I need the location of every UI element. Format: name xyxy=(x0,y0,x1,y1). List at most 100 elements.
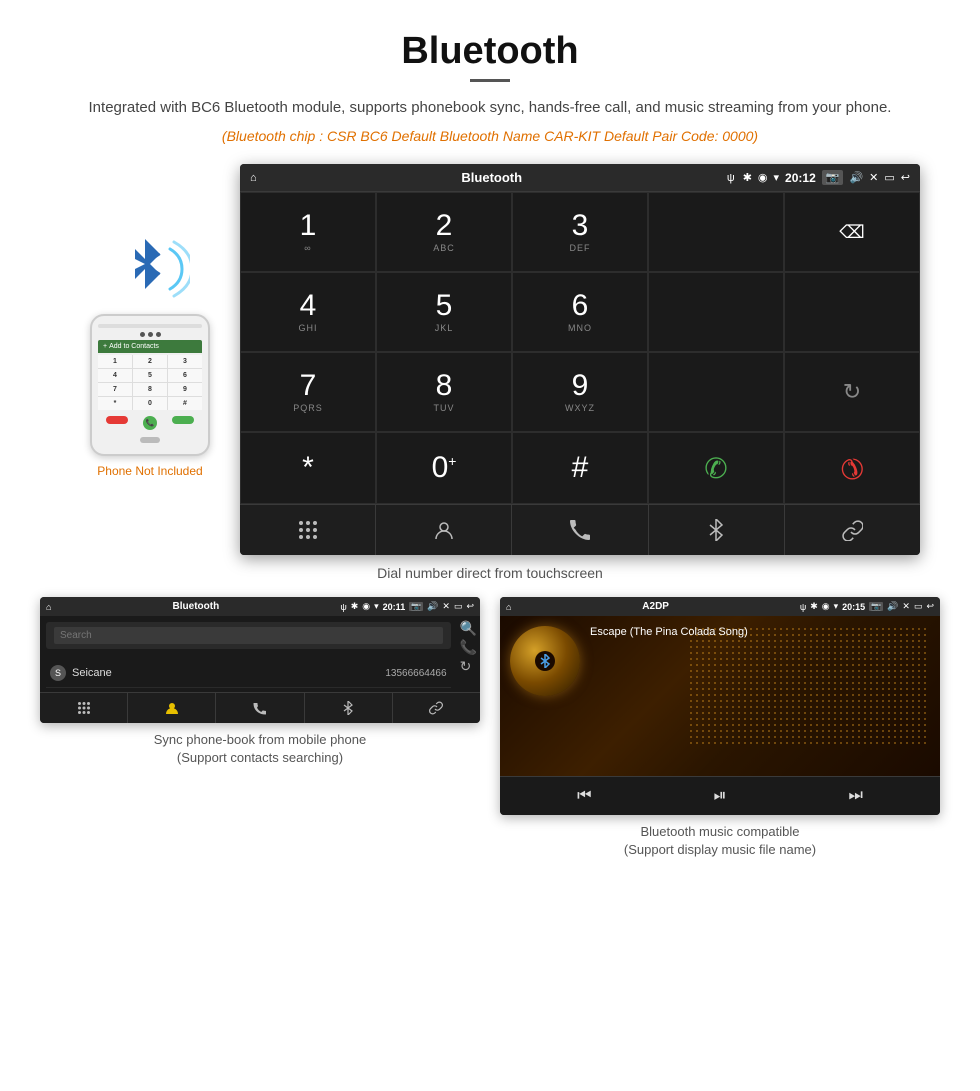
page-header: Bluetooth Integrated with BC6 Bluetooth … xyxy=(0,0,980,154)
music-window-icon[interactable]: ▭ xyxy=(914,601,923,612)
volume-icon[interactable]: 🔊 xyxy=(849,171,863,184)
pb-sidebar: 🔍 📞 ↻ xyxy=(457,616,480,692)
key-star[interactable]: * xyxy=(240,432,376,504)
music-volume-icon[interactable]: 🔊 xyxy=(887,601,898,612)
music-time: 20:15 xyxy=(842,602,865,612)
music-home-icon[interactable]: ⌂ xyxy=(506,602,511,612)
music-dots-bg xyxy=(688,626,930,746)
usb-icon: ψ xyxy=(727,172,735,184)
pb-back-icon[interactable]: ↩ xyxy=(466,601,474,612)
key-5[interactable]: 5 JKL xyxy=(376,272,512,352)
pb-refresh-icon[interactable]: ↻ xyxy=(460,658,477,675)
key-8[interactable]: 8 TUV xyxy=(376,352,512,432)
phonebook-screen: ⌂ Bluetooth ψ ✱ ◉ ▾ 20:11 📷 🔊 ✕ ▭ ↩ xyxy=(40,597,480,723)
call-button[interactable]: ✆ xyxy=(648,432,784,504)
pb-camera-icon[interactable]: 📷 xyxy=(409,602,423,611)
key-9[interactable]: 9 WXYZ xyxy=(512,352,648,432)
key-hash[interactable]: # xyxy=(512,432,648,504)
pb-call-icon[interactable]: 📞 xyxy=(460,639,477,656)
link-button[interactable] xyxy=(785,505,920,555)
album-bt-icon xyxy=(535,651,555,671)
pb-home-icon[interactable]: ⌂ xyxy=(46,602,51,612)
pb-volume-icon[interactable]: 🔊 xyxy=(427,601,438,612)
pb-phone-btn[interactable] xyxy=(216,693,304,723)
pb-contacts-btn[interactable] xyxy=(128,693,216,723)
play-pause-button[interactable]: ⏯ xyxy=(714,787,727,805)
next-button[interactable]: ⏭ xyxy=(849,787,863,805)
music-usb-icon: ψ xyxy=(800,602,806,612)
pb-search-icon[interactable]: 🔍 xyxy=(460,620,477,637)
pb-main-area: S Seicane 13566664466 xyxy=(40,616,457,692)
music-body: Escape (The Pina Colada Song) xyxy=(500,616,940,776)
key-7[interactable]: 7 PQRS xyxy=(240,352,376,432)
pb-contact-name: Seicane xyxy=(72,667,379,679)
bottom-section: ⌂ Bluetooth ψ ✱ ◉ ▾ 20:11 📷 🔊 ✕ ▭ ↩ xyxy=(0,597,980,879)
car-screen-dialpad: ⌂ Bluetooth ψ ✱ ◉ ▾ 20:12 📷 🔊 ✕ ▭ ↩ 1 ∞ xyxy=(240,164,920,555)
music-caption: Bluetooth music compatible(Support displ… xyxy=(624,823,816,859)
page-description: Integrated with BC6 Bluetooth module, su… xyxy=(60,96,920,120)
key-1[interactable]: 1 ∞ xyxy=(240,192,376,272)
back-icon[interactable]: ↩ xyxy=(901,171,910,184)
dialpad-button[interactable] xyxy=(240,505,376,555)
music-loc-icon: ◉ xyxy=(822,601,830,612)
page-specs: (Bluetooth chip : CSR BC6 Default Blueto… xyxy=(60,128,920,144)
pb-content-row: S Seicane 13566664466 🔍 📞 ↻ xyxy=(40,616,480,692)
pb-bt-btn[interactable] xyxy=(305,693,393,723)
music-status-icons: ✱ ◉ ▾ 20:15 📷 🔊 ✕ ▭ ↩ xyxy=(810,601,934,612)
signal-icon: ▾ xyxy=(774,171,780,184)
main-content-area: + Add to Contacts 123 456 789 *0# 📞 Phon… xyxy=(0,154,980,555)
pb-close-icon[interactable]: ✕ xyxy=(442,601,450,612)
prev-button[interactable]: ⏮ xyxy=(577,787,591,805)
empty-cell-2 xyxy=(648,272,784,352)
main-caption: Dial number direct from touchscreen xyxy=(0,555,980,597)
music-controls: ⏮ ⏯ ⏭ xyxy=(500,776,940,815)
key-3[interactable]: 3 DEF xyxy=(512,192,648,272)
key-2[interactable]: 2 ABC xyxy=(376,192,512,272)
phone-button[interactable] xyxy=(512,505,648,555)
phone-illustration: + Add to Contacts 123 456 789 *0# 📞 Phon… xyxy=(60,164,240,478)
end-call-button[interactable]: ✆ xyxy=(784,432,920,504)
title-divider xyxy=(470,79,510,82)
key-4[interactable]: 4 GHI xyxy=(240,272,376,352)
key-0[interactable]: 0+ xyxy=(376,432,512,504)
pb-contact-item[interactable]: S Seicane 13566664466 xyxy=(46,659,451,688)
home-icon[interactable]: ⌂ xyxy=(250,172,257,184)
screen-title: Bluetooth xyxy=(265,170,719,185)
phone-label: Phone Not Included xyxy=(97,464,202,478)
music-screen: ⌂ A2DP ψ ✱ ◉ ▾ 20:15 📷 🔊 ✕ ▭ ↩ xyxy=(500,597,940,815)
song-title: Escape (The Pina Colada Song) xyxy=(590,626,930,638)
music-bt-icon: ✱ xyxy=(810,601,818,612)
close-icon[interactable]: ✕ xyxy=(869,171,878,184)
key-6[interactable]: 6 MNO xyxy=(512,272,648,352)
music-signal-icon: ▾ xyxy=(834,601,839,612)
pb-time: 20:11 xyxy=(383,602,406,612)
status-bar: ⌂ Bluetooth ψ ✱ ◉ ▾ 20:12 📷 🔊 ✕ ▭ ↩ xyxy=(240,164,920,191)
pb-usb-icon: ψ xyxy=(340,602,346,612)
music-back-icon[interactable]: ↩ xyxy=(926,601,934,612)
pb-status-bar: ⌂ Bluetooth ψ ✱ ◉ ▾ 20:11 📷 🔊 ✕ ▭ ↩ xyxy=(40,597,480,616)
pb-contact-number: 13566664466 xyxy=(385,668,446,679)
pb-link-btn[interactable] xyxy=(393,693,480,723)
contacts-button[interactable] xyxy=(376,505,512,555)
empty-cell-4 xyxy=(648,352,784,432)
status-time: 20:12 xyxy=(785,171,816,185)
pb-dialpad-btn[interactable] xyxy=(40,693,128,723)
music-card: ⌂ A2DP ψ ✱ ◉ ▾ 20:15 📷 🔊 ✕ ▭ ↩ xyxy=(500,597,940,859)
window-icon[interactable]: ▭ xyxy=(884,171,894,184)
backspace-key[interactable]: ⌫ xyxy=(784,192,920,272)
music-camera-icon[interactable]: 📷 xyxy=(869,602,883,611)
album-art xyxy=(510,626,580,696)
refresh-key[interactable]: ↻ xyxy=(784,352,920,432)
bluetooth-button[interactable] xyxy=(649,505,785,555)
pb-mini-toolbar xyxy=(40,692,480,723)
pb-contact-letter: S xyxy=(50,665,66,681)
dialpad-grid: 1 ∞ 2 ABC 3 DEF ⌫ 4 GHI 5 JKL xyxy=(240,191,920,504)
camera-icon[interactable]: 📷 xyxy=(822,170,844,185)
music-close-icon[interactable]: ✕ xyxy=(902,601,910,612)
phonebook-card: ⌂ Bluetooth ψ ✱ ◉ ▾ 20:11 📷 🔊 ✕ ▭ ↩ xyxy=(40,597,480,859)
pb-window-icon[interactable]: ▭ xyxy=(454,601,463,612)
location-icon: ◉ xyxy=(758,171,768,184)
bluetooth-signal-icon xyxy=(120,224,180,304)
empty-cell-3 xyxy=(784,272,920,352)
pb-search-input[interactable] xyxy=(54,627,443,644)
